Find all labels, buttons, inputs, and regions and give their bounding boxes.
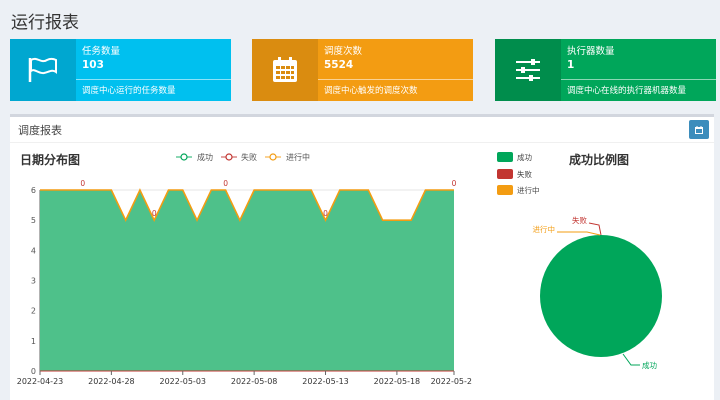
- legend-item-running[interactable]: 进行中: [265, 152, 310, 162]
- y-tick-label: 5: [31, 216, 36, 225]
- pie-legend-item-success[interactable]: 成功: [497, 152, 532, 162]
- legend-label: 进行中: [517, 185, 540, 195]
- x-tick-label: 2022-05-18: [374, 377, 421, 386]
- pie-chart-legend: 成功 失败 进行中: [497, 152, 540, 195]
- data-label: 0: [452, 179, 457, 188]
- y-tick-label: 0: [31, 367, 36, 376]
- y-tick-label: 2: [31, 307, 36, 316]
- x-tick-label: 2022-05-2: [431, 377, 472, 386]
- line-chart-title: 日期分布图: [20, 152, 80, 167]
- x-tick-label: 2022-05-08: [231, 377, 278, 386]
- y-tick-label: 4: [31, 246, 36, 255]
- data-label: 0: [323, 209, 328, 218]
- data-label: 0: [223, 179, 228, 188]
- legend-label: 成功: [197, 152, 213, 162]
- pie-callout-label: 失败: [572, 215, 587, 225]
- x-tick-label: 2022-05-13: [302, 377, 349, 386]
- pie-callout-label: 成功: [642, 360, 657, 370]
- y-tick-label: 3: [31, 277, 36, 286]
- x-tick-label: 2022-04-23: [17, 377, 64, 386]
- y-tick-label: 1: [31, 337, 36, 346]
- x-tick-label: 2022-04-28: [88, 377, 135, 386]
- data-label: 0: [152, 209, 157, 218]
- pie-chart-title: 成功比例图: [569, 152, 629, 167]
- y-tick-label: 6: [31, 186, 36, 195]
- line-chart: 0 1 2 3 4 5 6 2022-04-23 2022-04-28 2022-05-03 202…: [17, 179, 472, 386]
- data-label: 0: [80, 179, 85, 188]
- legend-item-failure[interactable]: 失败: [221, 152, 257, 162]
- legend-label: 失败: [517, 169, 532, 179]
- pie-slice-成功: [540, 235, 662, 357]
- pie-callout-label: 进行中: [533, 224, 556, 234]
- line-chart-legend: 成功 失败 进行中: [176, 152, 310, 162]
- charts-layer: 日期分布图 成功 失败 进行中 0 1 2 3 4 5 6 2022-04-23 2022-04…: [17, 152, 662, 386]
- legend-label: 成功: [517, 152, 532, 162]
- pie-callout-line: [622, 353, 640, 366]
- pie-legend-item-running[interactable]: 进行中: [497, 185, 540, 195]
- pie-legend-item-failure[interactable]: 失败: [497, 169, 532, 179]
- legend-item-success[interactable]: 成功: [176, 152, 213, 162]
- pie-chart: 成功 失败进行中: [533, 215, 662, 370]
- pie-callout-line: [557, 231, 601, 236]
- x-tick-label: 2022-05-03: [160, 377, 207, 386]
- legend-label: 失败: [241, 152, 257, 162]
- legend-label: 进行中: [286, 152, 310, 162]
- success-series-area: [40, 190, 454, 371]
